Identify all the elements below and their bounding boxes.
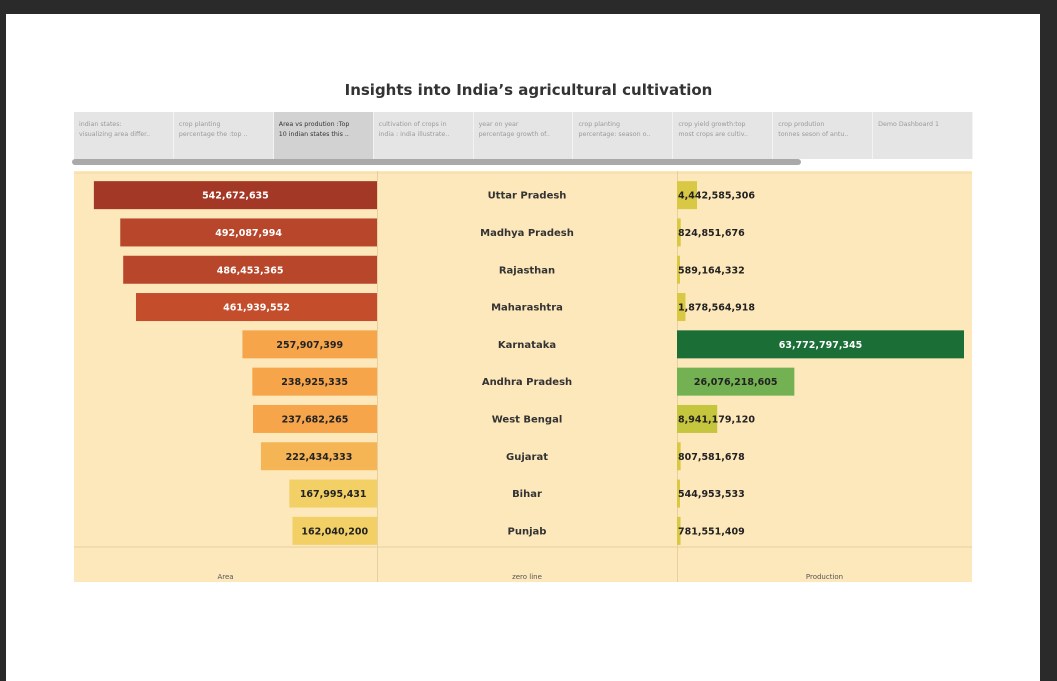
state-label: Maharashtra — [491, 303, 563, 314]
tab-line1: cultivation of crops in — [378, 121, 447, 128]
tab-indian-states[interactable]: indian states: visualizing area differ.. — [74, 112, 174, 159]
tab-crop-production[interactable]: crop prodution tonnes seson of antu.. — [773, 112, 874, 159]
tab-year-on-year[interactable]: year on year percentage growth of.. — [474, 112, 574, 159]
tab-line1: crop planting — [578, 121, 621, 128]
tab-line2: visualizing area differ.. — [79, 131, 151, 138]
tab-crop-planting[interactable]: crop planting percentage the :top .. — [174, 112, 274, 159]
tab-area-vs-production[interactable]: Area vs prodution :Top 10 indian states t… — [273, 112, 374, 159]
state-label: Bihar — [512, 489, 542, 500]
production-value-label: 824,851,676 — [678, 228, 745, 239]
tab-line1: Area vs prodution :Top — [278, 121, 350, 128]
tab-line2: 10 indian states this .. — [278, 131, 349, 138]
tab-demo-dashboard[interactable]: Demo Dashboard 1 — [873, 112, 974, 159]
story-tabs: indian states: visualizing area differ.. … — [74, 112, 974, 159]
tab-line1: Demo Dashboard 1 — [878, 121, 940, 128]
area-value-label: 167,995,431 — [300, 489, 367, 500]
state-label: Gujarat — [506, 452, 548, 463]
state-label: Madhya Pradesh — [480, 228, 574, 239]
production-value-label: 1,878,564,918 — [678, 303, 755, 314]
tab-line2: tonnes seson of antu.. — [778, 131, 849, 138]
state-label: Uttar Pradesh — [488, 191, 567, 202]
tab-line1: crop prodution — [778, 121, 825, 128]
area-value-label: 486,453,365 — [217, 265, 284, 276]
production-value-label: 589,164,332 — [678, 265, 745, 276]
tab-line1: crop planting — [178, 121, 221, 128]
state-label: Punjab — [508, 526, 547, 537]
area-value-label: 257,907,399 — [276, 340, 343, 351]
tab-line2: india : india illustrate.. — [378, 131, 450, 138]
state-label: West Bengal — [492, 414, 563, 425]
tab-line2: percentage growth of.. — [478, 131, 550, 138]
area-value-label: 238,925,335 — [281, 377, 348, 388]
area-value-label: 461,939,552 — [223, 303, 290, 314]
tab-line1: crop yield growth:top — [678, 121, 746, 128]
production-value-label: 781,551,409 — [678, 526, 745, 537]
area-vs-production-chart: 542,672,635 Uttar Pradesh 4,442,585,306 492… — [74, 171, 972, 582]
chart-svg: 542,672,635 Uttar Pradesh 4,442,585,306 492… — [74, 171, 972, 582]
tab-crop-planting-season[interactable]: crop planting percentage: season o.. — [573, 112, 674, 159]
production-value-label: 63,772,797,345 — [779, 340, 863, 351]
production-value-label: 544,953,533 — [678, 489, 745, 500]
column-axis-title: Production — [806, 573, 843, 581]
area-value-label: 237,682,265 — [282, 414, 349, 425]
area-value-label: 162,040,200 — [301, 526, 368, 537]
tab-line2: percentage: season o.. — [578, 131, 651, 138]
tab-line2: percentage the :top .. — [178, 131, 248, 138]
production-value-label: 807,581,678 — [678, 452, 745, 463]
state-label: Karnataka — [498, 340, 556, 351]
area-value-label: 542,672,635 — [202, 191, 269, 202]
area-value-label: 492,087,994 — [215, 228, 282, 239]
tab-line2: most crops are cultiv.. — [678, 131, 748, 138]
state-label: Andhra Pradesh — [482, 377, 572, 388]
tab-cultivation-of-crops[interactable]: cultivation of crops in india : india ill… — [374, 112, 474, 159]
dashboard-title: Insights into India’s agricultural culti… — [344, 81, 713, 99]
column-axis-title: Area — [217, 573, 233, 581]
tab-crop-yield-growth[interactable]: crop yield growth:top most crops are cult… — [673, 112, 774, 159]
tab-line1: indian states: — [79, 121, 122, 128]
area-value-label: 222,434,333 — [286, 452, 353, 463]
production-value-label: 26,076,218,605 — [694, 377, 778, 388]
production-value-label: 4,442,585,306 — [678, 191, 755, 202]
state-label: Rajasthan — [499, 265, 555, 276]
production-value-label: 8,941,179,120 — [678, 414, 755, 425]
tabs-scrollbar[interactable] — [72, 159, 801, 165]
tab-line1: year on year — [478, 121, 519, 128]
column-axis-title: zero line — [512, 573, 542, 581]
